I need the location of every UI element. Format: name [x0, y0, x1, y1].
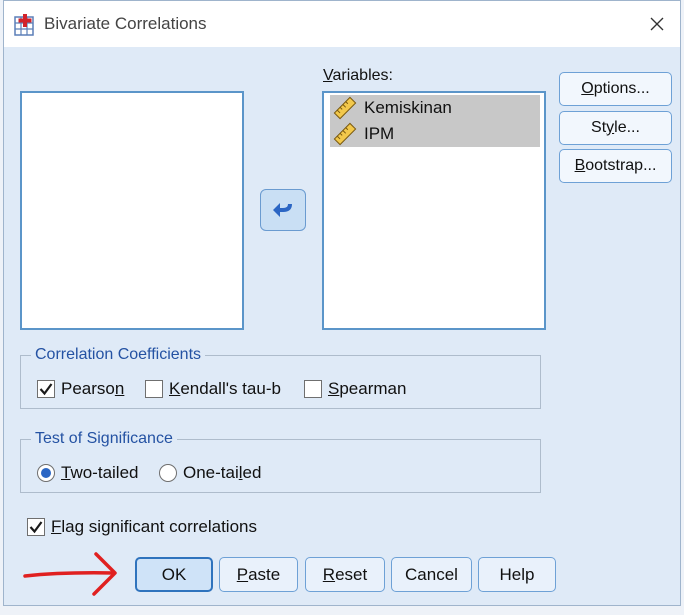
flag-significant-checkbox-box[interactable]	[27, 518, 45, 536]
two-tailed-radio[interactable]: Two-tailed	[37, 463, 139, 483]
variable-item-ipm[interactable]: IPM	[330, 121, 540, 147]
source-variable-list[interactable]	[20, 91, 244, 330]
style-button[interactable]: St y le...	[559, 111, 672, 145]
close-icon[interactable]	[642, 9, 672, 39]
options-mnemonic: O	[581, 80, 594, 97]
options-label-rest: ptions...	[593, 80, 650, 97]
flag-significant-checkbox[interactable]: Flag significant correlations	[27, 517, 257, 537]
reset-button[interactable]: Reset	[305, 557, 385, 592]
one-tailed-radio-button[interactable]	[159, 464, 177, 482]
scale-ruler-icon	[333, 96, 357, 120]
spss-correlation-icon	[14, 14, 34, 36]
help-button[interactable]: Help	[478, 557, 556, 592]
test-of-significance-legend: Test of Significance	[35, 430, 173, 447]
checkmark-icon	[39, 383, 53, 396]
style-label-start: St	[591, 119, 607, 136]
test-of-significance-group: Test of Significance	[20, 430, 541, 493]
spearman-checkbox-box[interactable]	[304, 380, 322, 398]
style-label-rest: le...	[614, 119, 640, 136]
style-mnemonic: y	[606, 119, 615, 136]
radio-selected-dot	[41, 468, 51, 478]
bootstrap-button[interactable]: Bootstrap...	[559, 149, 672, 183]
variables-label-rest: ariables:	[332, 67, 393, 84]
pearson-checkbox-box[interactable]	[37, 380, 55, 398]
move-variable-button[interactable]	[260, 189, 306, 231]
title-bar: Bivariate Correlations	[4, 1, 680, 47]
pearson-checkbox[interactable]: Pearson	[37, 379, 124, 399]
window-title: Bivariate Correlations	[44, 14, 207, 33]
ok-button[interactable]: OK	[135, 557, 213, 592]
spearman-checkbox[interactable]: Spearman	[304, 379, 406, 399]
two-tailed-radio-button[interactable]	[37, 464, 55, 482]
variables-label: Variables:	[323, 67, 393, 84]
two-tailed-label: Two-tailed	[61, 463, 139, 482]
target-variable-list[interactable]: Kemiskinan IPM	[322, 91, 546, 330]
arrow-left-icon	[273, 203, 292, 217]
variable-label: IPM	[364, 124, 395, 143]
kendall-checkbox-box[interactable]	[145, 380, 163, 398]
pearson-label: Pearson	[61, 379, 125, 398]
variable-label: Kemiskinan	[364, 98, 452, 117]
bivariate-correlations-dialog: Bivariate Correlations Variables: Kemisk…	[3, 0, 681, 606]
cancel-button[interactable]: Cancel	[391, 557, 472, 592]
variable-item-kemiskinan[interactable]: Kemiskinan	[330, 95, 540, 121]
red-annotation-arrow-icon	[23, 552, 117, 596]
scale-ruler-icon	[333, 122, 357, 146]
one-tailed-radio[interactable]: One-tailed	[159, 463, 261, 483]
bootstrap-mnemonic: B	[574, 157, 586, 174]
spearman-label: Spearman	[328, 379, 407, 398]
bootstrap-label-rest: ootstrap...	[585, 157, 657, 174]
kendall-label: Kendall's tau-b	[169, 379, 281, 398]
correlation-coefficients-group: Correlation Coefficients	[20, 346, 541, 409]
flag-significant-label: Flag significant correlations	[51, 517, 257, 536]
paste-button[interactable]: Paste	[219, 557, 298, 592]
kendall-checkbox[interactable]: Kendall's tau-b	[145, 379, 281, 399]
correlation-coefficients-legend: Correlation Coefficients	[35, 346, 202, 363]
checkmark-icon	[29, 521, 43, 534]
options-button[interactable]: Options...	[559, 72, 672, 106]
one-tailed-label: One-tailed	[183, 463, 262, 482]
